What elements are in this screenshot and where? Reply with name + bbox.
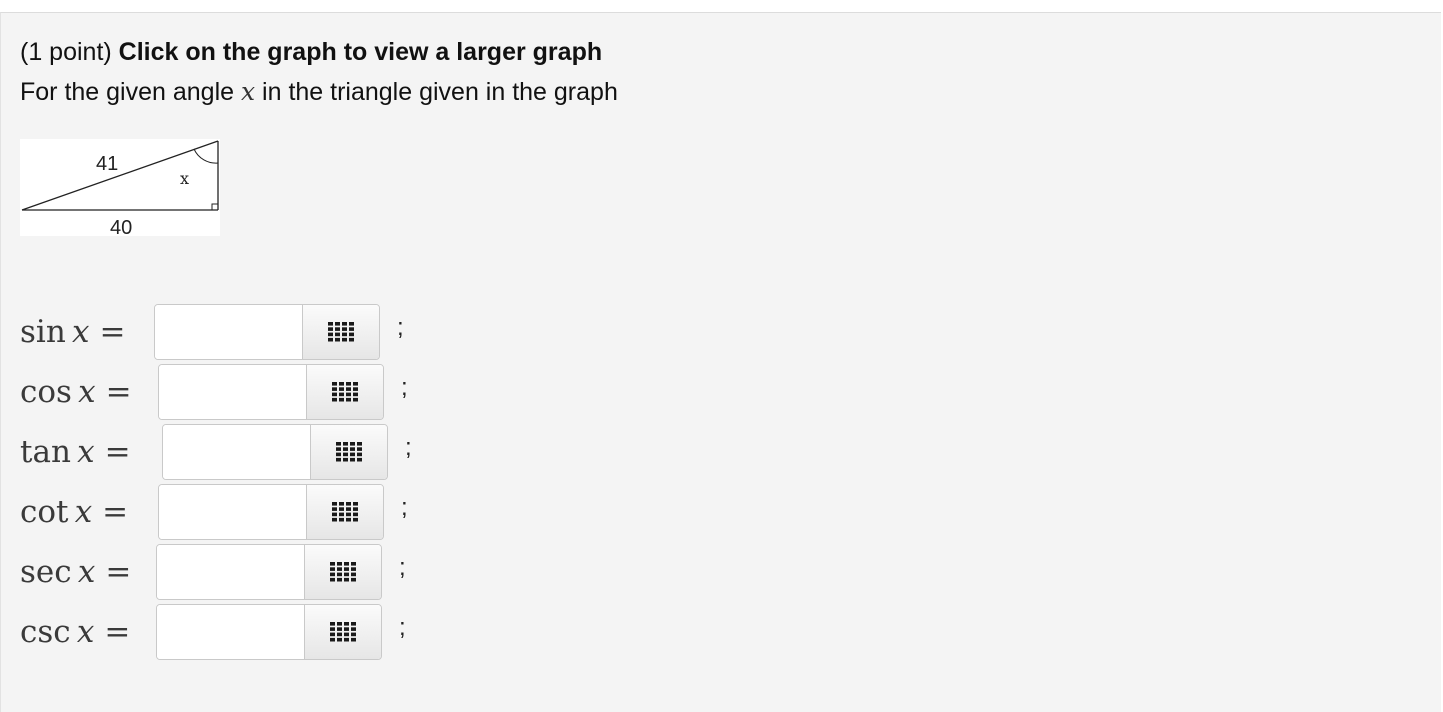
tan-label: tan x = (20, 432, 131, 472)
csc-answer-input[interactable] (157, 605, 305, 659)
function-name: sin (20, 314, 66, 350)
equals-sign: = (102, 494, 129, 530)
variable: x (77, 554, 96, 590)
hypotenuse-label: 41 (96, 153, 118, 175)
row-separator: ; (401, 374, 408, 401)
grid-keypad-icon (336, 442, 362, 462)
cos-equation-editor-button[interactable] (306, 365, 383, 419)
cos-answer-input[interactable] (159, 365, 307, 419)
grid-keypad-icon (330, 562, 356, 582)
equals-sign: = (105, 374, 132, 410)
base-label: 40 (110, 217, 132, 236)
row-separator: ; (405, 434, 412, 461)
right-angle-marker (211, 203, 218, 210)
sec-label: sec x = (20, 552, 131, 592)
function-name: cos (20, 374, 72, 410)
row-separator: ; (397, 314, 404, 341)
equals-sign: = (104, 434, 131, 470)
question-title: Click on the graph to view a larger grap… (118, 38, 603, 66)
function-name: csc (20, 614, 71, 650)
function-name: sec (20, 554, 72, 590)
angle-label: x (180, 169, 189, 188)
tan-answer-input[interactable] (163, 425, 311, 479)
sin-answer-field (154, 304, 380, 360)
row-separator: ; (399, 614, 406, 641)
sec-equation-editor-button[interactable] (304, 545, 381, 599)
triangle-graph[interactable]: 41 x 40 (20, 139, 220, 236)
function-name: tan (20, 434, 71, 470)
answer-row-cot: cot x =; (20, 484, 440, 542)
answer-row-sec: sec x =; (20, 544, 440, 602)
cot-label: cot x = (20, 492, 128, 532)
variable: x (78, 374, 96, 410)
equals-sign: = (104, 614, 131, 650)
sin-answer-input[interactable] (155, 305, 303, 359)
variable: x (72, 314, 90, 350)
csc-answer-field (156, 604, 382, 660)
cot-answer-field (158, 484, 384, 540)
csc-label: csc x = (20, 612, 130, 652)
answer-row-sin: sin x =; (20, 304, 440, 362)
row-separator: ; (401, 494, 408, 521)
variable: x (74, 494, 93, 530)
function-name: cot (20, 494, 69, 530)
angle-arc (193, 148, 219, 164)
grid-keypad-icon (332, 502, 358, 522)
cot-answer-input[interactable] (159, 485, 307, 539)
sin-equation-editor-button[interactable] (302, 305, 379, 359)
question-prompt: For the given angle x in the triangle gi… (20, 77, 618, 107)
grid-keypad-icon (332, 382, 358, 402)
answer-row-cos: cos x =; (20, 364, 440, 422)
cos-label: cos x = (20, 372, 132, 412)
variable: x (77, 434, 95, 470)
grid-keypad-icon (328, 322, 354, 342)
sin-label: sin x = (20, 312, 125, 352)
equals-sign: = (99, 314, 126, 350)
equals-sign: = (105, 554, 132, 590)
csc-equation-editor-button[interactable] (304, 605, 381, 659)
grid-keypad-icon (330, 622, 356, 642)
question-header: (1 point) Click on the graph to view a l… (20, 37, 602, 67)
answer-row-tan: tan x =; (20, 424, 440, 482)
variable: x (76, 614, 95, 650)
points-label: (1 point) (20, 38, 112, 66)
prompt-variable: x (240, 77, 256, 106)
sec-answer-input[interactable] (157, 545, 305, 599)
tan-equation-editor-button[interactable] (310, 425, 387, 479)
sec-answer-field (156, 544, 382, 600)
prompt-text-before: For the given angle (20, 78, 235, 106)
cot-equation-editor-button[interactable] (306, 485, 383, 539)
prompt-text-after: in the triangle given in the graph (262, 78, 618, 106)
row-separator: ; (399, 554, 406, 581)
answer-row-csc: csc x =; (20, 604, 440, 662)
tan-answer-field (162, 424, 388, 480)
cos-answer-field (158, 364, 384, 420)
